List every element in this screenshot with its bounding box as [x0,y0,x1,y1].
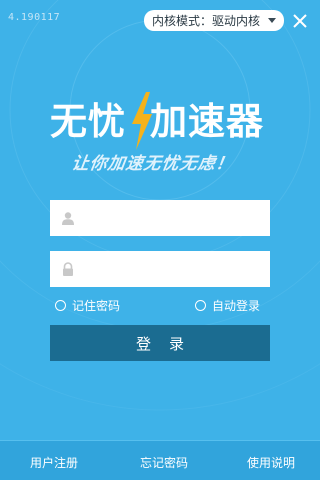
auto-login-label: 自动登录 [212,298,261,313]
kernel-mode-dropdown[interactable]: 内核模式：驱动内核 [144,10,284,31]
version-label: 4.190117 [8,12,61,23]
remember-password-option[interactable]: 记住密码 [55,296,120,314]
app-logo: 无忧 加速器 [50,92,270,150]
lock-icon [63,262,73,276]
slogan: 让你加速无忧无虑！ [70,154,236,174]
remember-password-radio[interactable] [55,299,66,311]
register-link[interactable]: 用户注册 [30,454,78,471]
forgot-password-link[interactable]: 忘记密码 [140,454,188,471]
user-icon [62,212,74,225]
auto-login-option[interactable]: 自动登录 [195,296,260,314]
footer-bar: 用户注册 忘记密码 使用说明 [0,440,320,480]
close-icon[interactable] [290,11,310,31]
login-button[interactable]: 登录 [50,325,270,361]
background-rings [0,0,320,411]
kernel-mode-value: 内核模式：驱动内核 [152,14,261,28]
logo-text-left: 无忧 [50,100,126,143]
username-field-box [50,200,270,236]
help-link[interactable]: 使用说明 [247,454,295,471]
remember-password-label: 记住密码 [72,298,121,313]
login-window: 4.190117 内核模式：驱动内核 无忧 加速器 让你加速无忧无虑！ 记住密码 [0,0,320,480]
auto-login-radio[interactable] [195,299,206,311]
password-field-box [50,251,270,287]
logo-text-right: 加速器 [150,100,264,143]
chevron-down-icon [268,18,276,23]
username-input[interactable] [83,202,270,234]
password-input[interactable] [83,253,270,285]
